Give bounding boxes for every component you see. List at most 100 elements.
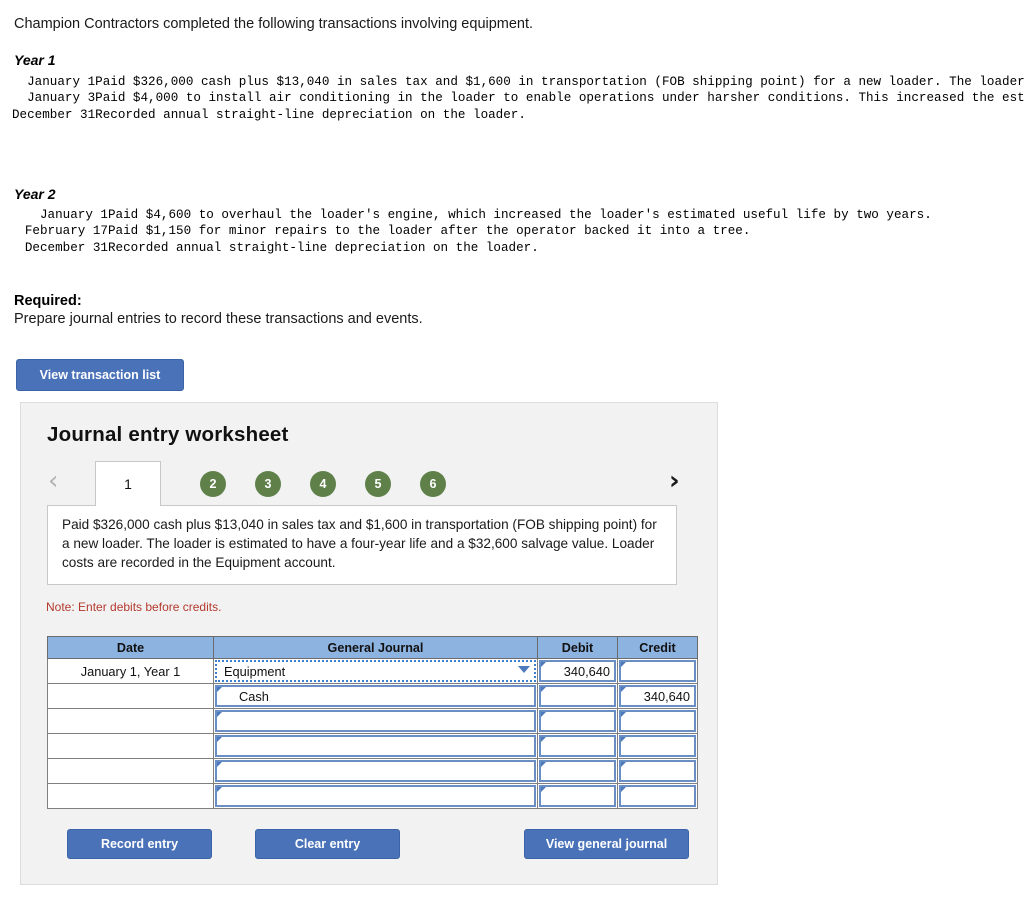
account-input-2[interactable]: [215, 710, 536, 732]
journal-table-header-row: Date General Journal Debit Credit: [47, 636, 698, 659]
cell-corner-marker-icon: [541, 737, 546, 742]
account-value: Cash: [239, 689, 269, 704]
credit-cell[interactable]: 340,640: [617, 683, 698, 709]
debit-cell[interactable]: 340,640: [537, 658, 618, 684]
credit-cell[interactable]: [617, 733, 698, 759]
column-header-credit: Credit: [617, 636, 698, 659]
credit-cell[interactable]: [617, 658, 698, 684]
date-cell[interactable]: [47, 708, 214, 734]
account-cell[interactable]: [213, 783, 538, 809]
debit-input-0[interactable]: 340,640: [539, 660, 616, 682]
account-cell[interactable]: Cash: [213, 683, 538, 709]
credit-input-1[interactable]: 340,640: [619, 685, 696, 707]
column-header-date: Date: [47, 636, 214, 659]
debit-input-5[interactable]: [539, 785, 616, 807]
debit-value: 340,640: [563, 664, 610, 679]
credit-input-2[interactable]: [619, 710, 696, 732]
date-cell[interactable]: [47, 683, 214, 709]
debit-cell[interactable]: [537, 758, 618, 784]
year-1-transaction-list: January 1 Paid $326,000 cash plus $13,04…: [12, 74, 1024, 123]
credit-input-0[interactable]: [619, 660, 696, 682]
worksheet-tab-4[interactable]: 4: [310, 471, 336, 497]
transaction-description: Recorded annual straight-line depreciati…: [108, 240, 539, 255]
worksheet-tab-1[interactable]: 1: [95, 461, 161, 506]
worksheet-tab-6[interactable]: 6: [420, 471, 446, 497]
transaction-description-box: Paid $326,000 cash plus $13,040 in sales…: [47, 505, 677, 585]
transaction-row: January 1 Paid $4,600 to overhaul the lo…: [12, 207, 980, 223]
account-value: Equipment: [224, 664, 286, 679]
cell-corner-marker-icon: [541, 787, 546, 792]
debit-input-4[interactable]: [539, 760, 616, 782]
cell-corner-marker-icon: [541, 687, 546, 692]
cell-corner-marker-icon: [217, 787, 222, 792]
transaction-row: February 17 Paid $1,150 for minor repair…: [12, 223, 980, 239]
cell-corner-marker-icon: [217, 712, 222, 717]
intro-paragraph: Champion Contractors completed the follo…: [14, 16, 534, 32]
transaction-description: Recorded annual straight-line depreciati…: [95, 107, 526, 122]
journal-table-row: [47, 758, 698, 784]
credit-cell[interactable]: [617, 708, 698, 734]
worksheet-tab-3[interactable]: 3: [255, 471, 281, 497]
debit-input-3[interactable]: [539, 735, 616, 757]
credit-input-3[interactable]: [619, 735, 696, 757]
cell-corner-marker-icon: [621, 662, 626, 667]
credit-input-4[interactable]: [619, 760, 696, 782]
column-header-general-journal: General Journal: [213, 636, 538, 659]
chevron-down-icon[interactable]: [518, 666, 530, 673]
worksheet-tab-2[interactable]: 2: [200, 471, 226, 497]
journal-table-row: [47, 733, 698, 759]
debits-before-credits-note: Note: Enter debits before credits.: [46, 600, 222, 614]
clear-entry-button[interactable]: Clear entry: [255, 829, 400, 859]
date-cell[interactable]: [47, 733, 214, 759]
journal-table-row: Cash 340,640: [47, 683, 698, 709]
transaction-date: January 3: [27, 91, 96, 106]
chevron-right-icon[interactable]: ›: [669, 468, 680, 494]
account-input-0[interactable]: Equipment: [215, 660, 536, 682]
transaction-date: February 17: [24, 224, 108, 239]
account-input-3[interactable]: [215, 735, 536, 757]
record-entry-button[interactable]: Record entry: [67, 829, 212, 859]
debit-input-2[interactable]: [539, 710, 616, 732]
worksheet-tab-5[interactable]: 5: [365, 471, 391, 497]
transaction-description: Paid $1,150 for minor repairs to the loa…: [108, 224, 751, 239]
date-cell[interactable]: January 1, Year 1: [47, 658, 214, 684]
transaction-description: Paid $326,000 cash plus $13,040 in sales…: [95, 75, 1024, 89]
credit-input-5[interactable]: [619, 785, 696, 807]
chevron-left-icon[interactable]: ‹: [48, 468, 58, 494]
transaction-description: Paid $4,600 to overhaul the loader's eng…: [108, 208, 932, 222]
debit-cell[interactable]: [537, 733, 618, 759]
required-heading: Required:: [14, 293, 82, 309]
account-cell[interactable]: [213, 758, 538, 784]
transaction-date: December 31: [12, 107, 96, 122]
year-1-heading: Year 1: [14, 52, 56, 68]
account-input-4[interactable]: [215, 760, 536, 782]
debit-input-1[interactable]: [539, 685, 616, 707]
cell-corner-marker-icon: [621, 787, 626, 792]
debit-cell[interactable]: [537, 708, 618, 734]
account-input-5[interactable]: [215, 785, 536, 807]
account-cell[interactable]: [213, 708, 538, 734]
worksheet-tab-strip: ‹ 1 2 3 4 5 6 ›: [21, 459, 719, 506]
view-general-journal-button[interactable]: View general journal: [524, 829, 689, 859]
debit-cell[interactable]: [537, 683, 618, 709]
account-cell[interactable]: [213, 733, 538, 759]
worksheet-title: Journal entry worksheet: [47, 423, 289, 446]
journal-entry-worksheet-panel: Journal entry worksheet ‹ 1 2 3 4 5 6 › …: [20, 402, 718, 885]
debit-cell[interactable]: [537, 783, 618, 809]
journal-entry-table: Date General Journal Debit Credit Januar…: [47, 636, 698, 809]
date-cell[interactable]: [47, 783, 214, 809]
column-header-debit: Debit: [537, 636, 618, 659]
date-cell[interactable]: [47, 758, 214, 784]
cell-corner-marker-icon: [621, 712, 626, 717]
account-cell[interactable]: Equipment: [213, 658, 538, 684]
required-body: Prepare journal entries to record these …: [14, 311, 423, 327]
credit-cell[interactable]: [617, 758, 698, 784]
cell-corner-marker-icon: [217, 737, 222, 742]
account-input-1[interactable]: Cash: [215, 685, 536, 707]
journal-table-row: [47, 783, 698, 809]
credit-cell[interactable]: [617, 783, 698, 809]
cell-corner-marker-icon: [217, 687, 222, 692]
cell-corner-marker-icon: [541, 762, 546, 767]
view-transaction-list-button[interactable]: View transaction list: [16, 359, 184, 391]
transaction-row: December 31 Recorded annual straight-lin…: [12, 240, 980, 256]
